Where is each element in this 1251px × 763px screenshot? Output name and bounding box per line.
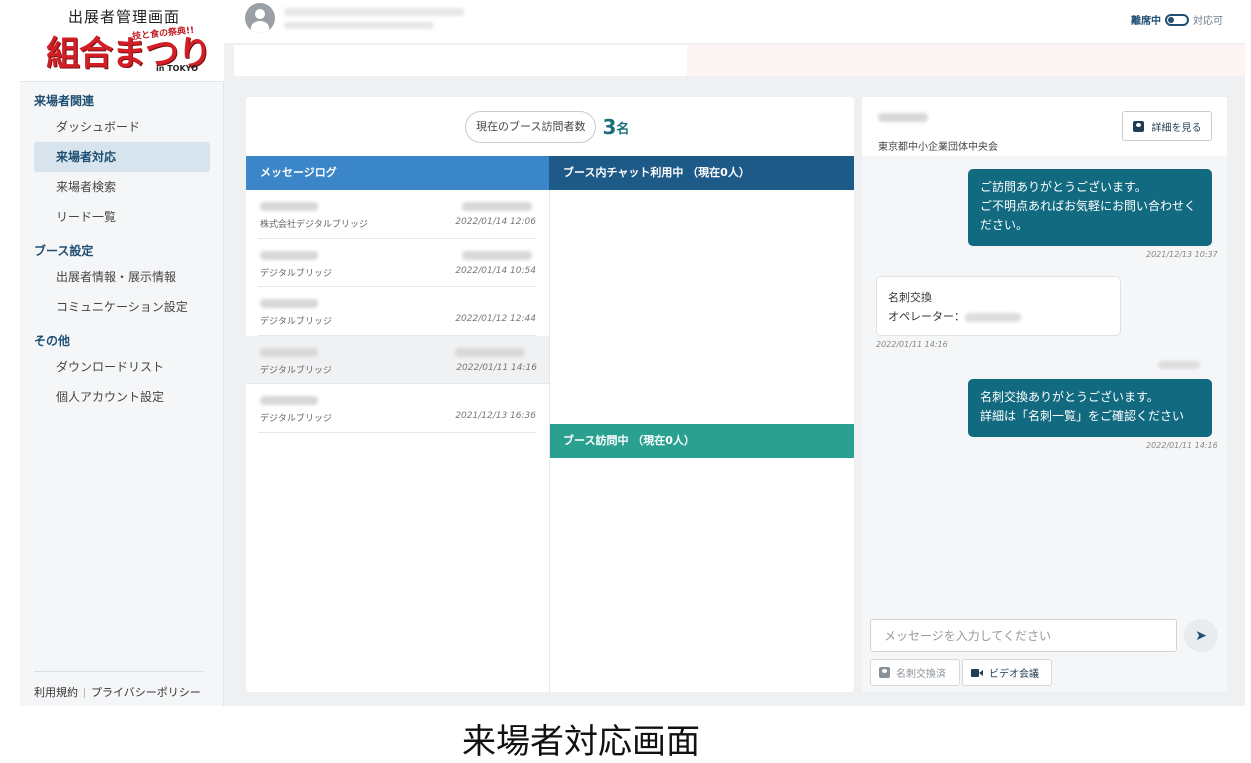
sidebar-nav: 来場者関連 ダッシュボード 来場者対応 来場者検索 リード一覧 ブース設定 出展… bbox=[20, 90, 224, 412]
operator-message: 名刺交換ありがとうございます。 詳細は「名刺一覧」をご確認ください bbox=[968, 379, 1212, 437]
message-line: オペレーター： bbox=[888, 307, 1109, 326]
card-exchanged-label: 名刺交換済 bbox=[896, 669, 946, 680]
nav-section-other: その他 bbox=[34, 334, 71, 348]
availability-toggle[interactable] bbox=[1165, 13, 1189, 26]
log-company: デジタルブリッジ bbox=[260, 268, 332, 279]
sidebar-item-communication-settings[interactable]: コミュニケーション設定 bbox=[34, 292, 210, 322]
log-company: デジタルブリッジ bbox=[260, 414, 332, 424]
log-time: 2022/01/14 12:06 bbox=[455, 217, 536, 227]
column-divider bbox=[549, 190, 550, 692]
visitor-organization: 東京都中小企業団体中央会 bbox=[878, 142, 998, 153]
sidebar-item-lead-list[interactable]: リード一覧 bbox=[34, 202, 210, 232]
notice-bar bbox=[234, 45, 687, 76]
contact-card-icon bbox=[879, 667, 890, 678]
privacy-link[interactable]: プライバシーポリシー bbox=[91, 686, 201, 699]
app-frame: 出展者管理画面 組合まつり 技と食の祭典!! in TOKYO 来場者関連 ダッ… bbox=[20, 0, 1245, 706]
user-org-redacted bbox=[284, 22, 434, 29]
card-exchanged-button[interactable]: 名刺交換済 bbox=[870, 659, 960, 686]
sidebar: 出展者管理画面 組合まつり 技と食の祭典!! in TOKYO 来場者関連 ダッ… bbox=[20, 0, 224, 706]
sidebar-item-dashboard[interactable]: ダッシュボード bbox=[34, 112, 210, 142]
message-line: ご訪問ありがとうございます。 bbox=[980, 180, 1147, 194]
terms-link[interactable]: 利用規約 bbox=[34, 686, 78, 699]
log-time: 2022/01/12 12:44 bbox=[455, 314, 536, 324]
video-call-button[interactable]: ビデオ会議 bbox=[962, 659, 1052, 686]
visitor-count-number: 3 bbox=[602, 115, 617, 139]
status-away-label: 離席中 bbox=[1131, 16, 1161, 27]
visitor-name-redacted bbox=[878, 113, 928, 122]
availability-toggle-group: 離席中 対応可 bbox=[1131, 12, 1223, 27]
user-name-redacted bbox=[284, 8, 464, 16]
send-button[interactable]: ➤ bbox=[1184, 619, 1218, 652]
chat-panel: 東京都中小企業団体中央会 詳細を見る ご訪問ありがとうございます。 ご不明点あれ… bbox=[862, 97, 1227, 692]
chat-in-booth-header: ブース内チャット利用中 （現在0人） bbox=[549, 156, 854, 190]
status-available-label: 対応可 bbox=[1193, 16, 1223, 27]
message-line: ご不明点あればお気軽にお問い合わせく bbox=[980, 199, 1197, 213]
log-time: 2022/01/11 14:16 bbox=[456, 362, 537, 373]
alert-bar bbox=[687, 45, 1245, 76]
sidebar-item-exhibitor-info[interactable]: 出展者情報・展示情報 bbox=[34, 262, 210, 292]
nav-section-booth: ブース設定 bbox=[34, 244, 94, 258]
logo-location: in TOKYO bbox=[156, 64, 198, 73]
list-item[interactable]: デジタルブリッジ 2022/01/12 12:44 bbox=[258, 287, 536, 336]
log-company: デジタルブリッジ bbox=[260, 317, 332, 327]
screen-caption: 来場者対応画面 bbox=[462, 722, 700, 762]
visitor-count: 現在のブース訪問者数 3 名 bbox=[465, 111, 629, 143]
log-company: 株式会社デジタルブリッジ bbox=[260, 220, 368, 230]
log-time: 2021/12/13 16:36 bbox=[455, 411, 536, 421]
visiting-booth-header: ブース訪問中 （現在0人） bbox=[549, 424, 854, 458]
nav-section-visitors: 来場者関連 bbox=[34, 94, 95, 108]
send-icon: ➤ bbox=[1195, 627, 1207, 644]
message-input[interactable] bbox=[870, 619, 1177, 652]
chat-header: 東京都中小企業団体中央会 詳細を見る bbox=[862, 97, 1227, 156]
user-avatar-icon[interactable] bbox=[245, 3, 275, 33]
contact-card-icon bbox=[1132, 120, 1144, 132]
message-log-header: メッセージログ bbox=[246, 156, 549, 190]
sidebar-item-visitor-search[interactable]: 来場者検索 bbox=[34, 172, 210, 202]
video-call-label: ビデオ会議 bbox=[989, 669, 1039, 680]
message-timestamp: 2021/12/13 10:37 bbox=[1146, 250, 1218, 259]
video-camera-icon bbox=[971, 668, 983, 677]
visitor-message: 名刺交換 オペレーター： bbox=[876, 276, 1121, 336]
logo: 出展者管理画面 組合まつり 技と食の祭典!! in TOKYO bbox=[20, 0, 224, 82]
list-item[interactable]: 株式会社デジタルブリッジ 2022/01/14 12:06 bbox=[258, 190, 536, 239]
visitor-count-unit: 名 bbox=[616, 121, 630, 137]
list-item[interactable]: デジタルブリッジ 2021/12/13 16:36 bbox=[258, 384, 536, 433]
list-item[interactable]: デジタルブリッジ 2022/01/14 10:54 bbox=[258, 239, 536, 287]
message-timestamp: 2022/01/11 14:16 bbox=[876, 340, 948, 349]
sidebar-item-account-settings[interactable]: 個人アカウント設定 bbox=[34, 382, 210, 412]
operator-message: ご訪問ありがとうございます。 ご不明点あればお気軽にお問い合わせく ださい。 bbox=[968, 169, 1212, 246]
log-time: 2022/01/14 10:54 bbox=[455, 265, 536, 276]
view-details-label: 詳細を見る bbox=[1151, 122, 1202, 134]
list-item-selected[interactable]: デジタルブリッジ 2022/01/11 14:16 bbox=[246, 335, 549, 384]
log-company: デジタルブリッジ bbox=[260, 365, 332, 376]
operator-name-redacted bbox=[1158, 361, 1200, 369]
top-header: 離席中 対応可 bbox=[224, 0, 1245, 43]
sidebar-item-visitor-response[interactable]: 来場者対応 bbox=[34, 142, 210, 172]
message-line: ださい。 bbox=[980, 218, 1029, 232]
sidebar-item-download-list[interactable]: ダウンロードリスト bbox=[34, 352, 210, 382]
visitor-count-label: 現在のブース訪問者数 bbox=[465, 111, 597, 143]
message-line: 詳細は「名刺一覧」をご確認ください bbox=[980, 409, 1185, 423]
visitor-panel: 現在のブース訪問者数 3 名 メッセージログ ブース内チャット利用中 （現在0人… bbox=[246, 97, 854, 692]
message-log-list: 株式会社デジタルブリッジ 2022/01/14 12:06 デジタルブリッジ 2… bbox=[246, 190, 549, 433]
sidebar-footer: 利用規約 プライバシーポリシー bbox=[34, 671, 204, 700]
view-details-button[interactable]: 詳細を見る bbox=[1122, 111, 1212, 141]
logo-title: 出展者管理画面 bbox=[68, 8, 181, 26]
message-timestamp: 2022/01/11 14:16 bbox=[1146, 441, 1218, 450]
message-line: 名刺交換 bbox=[888, 291, 932, 304]
message-line: 名刺交換ありがとうございます。 bbox=[980, 390, 1159, 404]
